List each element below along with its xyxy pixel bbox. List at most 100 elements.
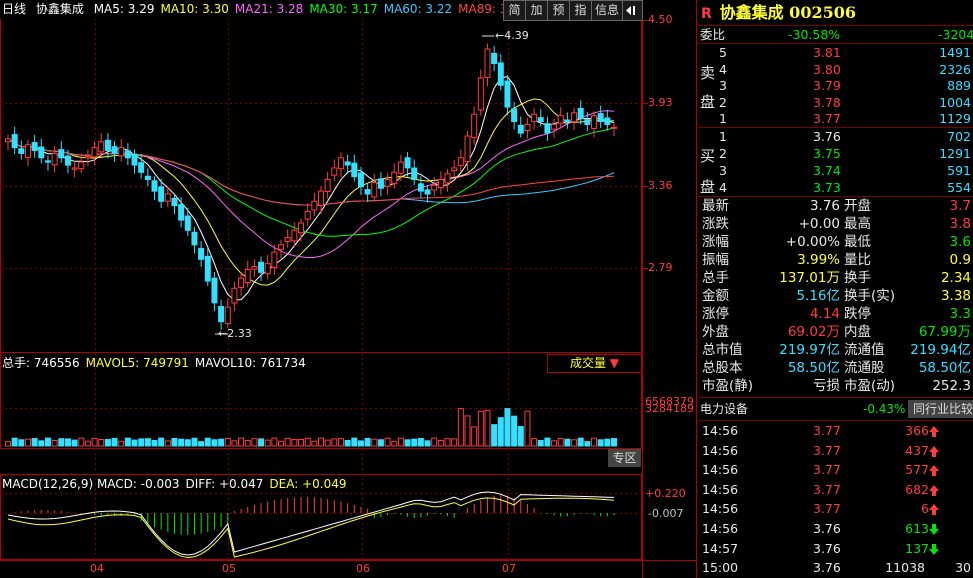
- candle-body: [564, 119, 571, 123]
- ma-legend-item: MA10: 3.30: [160, 2, 229, 16]
- candle-body: [11, 134, 18, 149]
- candle-body: [524, 123, 531, 131]
- candle-body: [271, 251, 278, 269]
- buy-price: 3.76: [813, 129, 841, 144]
- volume-bar: [577, 437, 584, 447]
- stat-value: 58.50亿: [787, 360, 840, 376]
- stat-value: 3.8: [949, 216, 971, 232]
- candle-body: [24, 144, 31, 158]
- sell-level: 4: [719, 61, 727, 77]
- buy-level-row: 1 3.76 702: [698, 128, 973, 146]
- candle-body: [231, 287, 238, 304]
- candle-body: [591, 115, 598, 129]
- volume-bar: [211, 439, 218, 447]
- candle-body: [504, 80, 511, 108]
- volume-bar: [204, 437, 211, 447]
- sell-level-row: 1 3.77 1129: [698, 110, 973, 128]
- trade-tick-row: 14:56 3.76 613: [698, 519, 973, 538]
- logo-icon: R: [701, 6, 712, 22]
- sell-price: 3.81: [813, 45, 841, 60]
- candle-body: [224, 306, 231, 325]
- candle-body: [531, 113, 538, 122]
- volume-bar: [164, 440, 171, 447]
- period-label: 日线: [2, 2, 27, 16]
- candle-body: [118, 147, 125, 157]
- candle-body: [251, 266, 258, 270]
- volume-legend-item: MAVOL10: 761734: [194, 356, 306, 370]
- candle-body: [278, 244, 285, 251]
- volume-bar: [377, 439, 384, 447]
- sell-volume: 2326: [939, 61, 971, 77]
- stock-name-label: 协鑫集成: [35, 2, 84, 16]
- indicator-button[interactable]: 指: [569, 0, 592, 21]
- volume-bar: [191, 437, 198, 447]
- stat-label: 跌停: [844, 306, 871, 322]
- stat-label: 换手: [844, 270, 871, 286]
- add-button[interactable]: 加: [525, 0, 548, 21]
- stat-label: 金额: [702, 288, 729, 304]
- quote-stat-row: 外盘 69.02万 内盘 67.99万: [698, 323, 973, 341]
- volume-bar: [84, 440, 91, 447]
- volume-bar: [564, 438, 571, 447]
- volume-legend-item: MAVOL5: 749791: [85, 356, 189, 370]
- special-zone-button[interactable]: 专区: [608, 449, 641, 467]
- candle-body: [464, 135, 471, 163]
- buy-volume: 1291: [939, 146, 971, 161]
- volume-bar: [178, 438, 185, 447]
- stat-value: 亏损: [813, 378, 840, 394]
- left-right-arrow-icon[interactable]: [622, 0, 643, 21]
- candle-body: [317, 190, 324, 207]
- candle-body: [604, 117, 611, 125]
- volume-bar: [437, 439, 444, 447]
- candle-body: [404, 157, 411, 169]
- info-button[interactable]: 信息: [591, 0, 623, 21]
- stat-label: 最高: [844, 216, 871, 232]
- trade-tick-row: 14:56 3.77 682: [698, 480, 973, 499]
- buy-level-row: 2 3.75 1291: [698, 145, 973, 163]
- kline-chart-area[interactable]: 日线 协鑫集成 MA5: 3.29 MA10: 3.30 MA21: 3.28 MA3…: [0, 0, 697, 578]
- high-price-value: 4.39: [504, 29, 529, 42]
- volume-bar: [491, 424, 498, 447]
- stat-label: 内盘: [844, 324, 871, 340]
- tick-time: 14:56: [702, 423, 739, 438]
- industry-compare-button[interactable]: 同行业比较: [908, 400, 973, 418]
- price-axis-label: 4.50: [648, 13, 673, 26]
- quote-stat-row: 总市值 219.97亿 流通值 219.94亿: [698, 341, 973, 359]
- volume-legend: 总手: 746556 MAVOL5: 749791 MAVOL10: 761734: [2, 355, 306, 371]
- order-ratio-row: 委比 -30.58% -3204: [698, 26, 973, 44]
- candle-body: [238, 277, 245, 288]
- volume-bar: [424, 440, 431, 447]
- stat-value: 3.76: [809, 198, 840, 214]
- candle-body: [491, 52, 498, 65]
- sell-price: 3.77: [813, 111, 841, 127]
- stat-label: 换手(实): [844, 288, 896, 304]
- candle-body: [417, 183, 424, 192]
- candle-body: [58, 149, 65, 159]
- volume-bars: [5, 408, 617, 447]
- candle-body: [384, 179, 391, 187]
- stat-value: 3.7: [949, 198, 971, 214]
- sell-price: 3.78: [813, 94, 841, 110]
- stat-value: 4.14: [809, 306, 840, 322]
- tick-volume: 11038: [885, 560, 925, 576]
- candle-body: [64, 155, 71, 166]
- alert-button[interactable]: 预: [547, 0, 570, 21]
- volume-bar: [5, 441, 11, 447]
- volume-bar: [198, 441, 205, 447]
- low-price-value: 2.33: [227, 327, 252, 340]
- sell-level: 3: [719, 78, 727, 94]
- stat-label: 市盈(动): [844, 378, 896, 394]
- date-axis-label: 04: [90, 562, 104, 575]
- volume-bar: [524, 410, 531, 447]
- volume-bar: [344, 439, 351, 447]
- candle-body: [611, 126, 617, 129]
- quote-stat-row: 市盈(静) 亏损 市盈(动) 252.3: [698, 377, 973, 395]
- volume-indicator-label: 成交量: [569, 356, 606, 370]
- candle-body: [391, 171, 398, 185]
- simple-button[interactable]: 简: [503, 0, 526, 21]
- volume-bar: [31, 437, 38, 447]
- volume-indicator-button[interactable]: 成交量 ▼: [547, 354, 642, 373]
- stat-value: 0.9: [949, 252, 971, 268]
- candle-body: [184, 215, 191, 231]
- volume-bar: [24, 438, 31, 447]
